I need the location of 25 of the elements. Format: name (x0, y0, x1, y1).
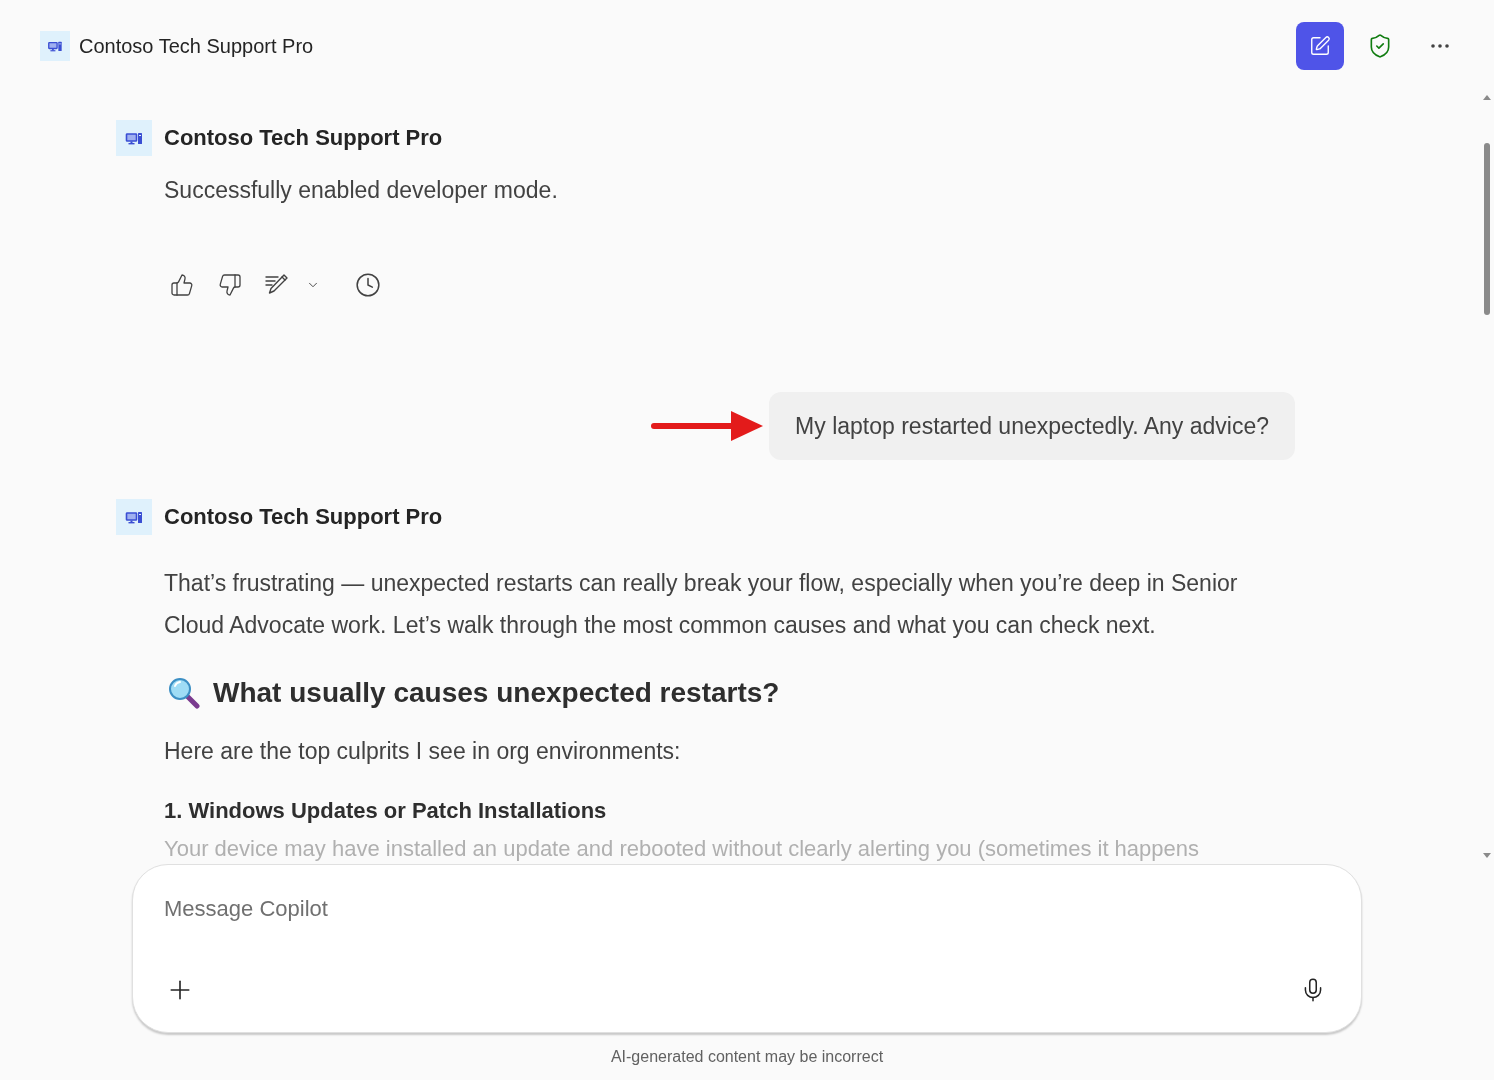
message-paragraph: That’s frustrating — unexpected restarts can really break your flow, especially when you’re deep in Senior Cloud Advocate work. Let’s walk through the most common causes and what you can check next. (164, 569, 1239, 640)
clock-icon (355, 272, 381, 298)
message-text: Successfully enabled developer mode. (164, 176, 559, 205)
section-heading: What usually causes unexpected restarts? (213, 676, 780, 710)
new-chat-button[interactable] (1296, 21, 1344, 70)
faded-message-text: Your device may have installed an update and rebooted without clearly alerting you (sometimes it happens (164, 836, 1200, 862)
magnifier-icon (168, 677, 200, 709)
scroll-down-icon[interactable] (1483, 853, 1491, 858)
monitor-avatar-icon (116, 120, 152, 156)
disclaimer-text: AI-generated content may be incorrect (610, 1047, 884, 1067)
thumbs-up-icon (170, 273, 194, 297)
sender-name: Contoso Tech Support Pro (164, 124, 443, 152)
list-item-heading: 1. Windows Updates or Patch Installations (164, 797, 608, 825)
edit-icon (1309, 34, 1331, 57)
sender-name: Contoso Tech Support Pro (164, 503, 443, 531)
scrollbar-thumb[interactable] (1484, 143, 1490, 315)
scroll-up-icon[interactable] (1483, 95, 1491, 100)
message-input[interactable]: Message Copilot (164, 892, 1264, 924)
monitor-avatar-icon (40, 30, 70, 61)
user-message-text: My laptop restarted unexpectedly. Any advice? (795, 412, 1269, 441)
message-paragraph: Here are the top culprits I see in org environments: (164, 737, 682, 766)
more-icon (1431, 43, 1449, 48)
thumbs-down-icon (218, 273, 242, 297)
app-title: Contoso Tech Support Pro (79, 33, 314, 59)
monitor-avatar-icon (116, 499, 152, 535)
